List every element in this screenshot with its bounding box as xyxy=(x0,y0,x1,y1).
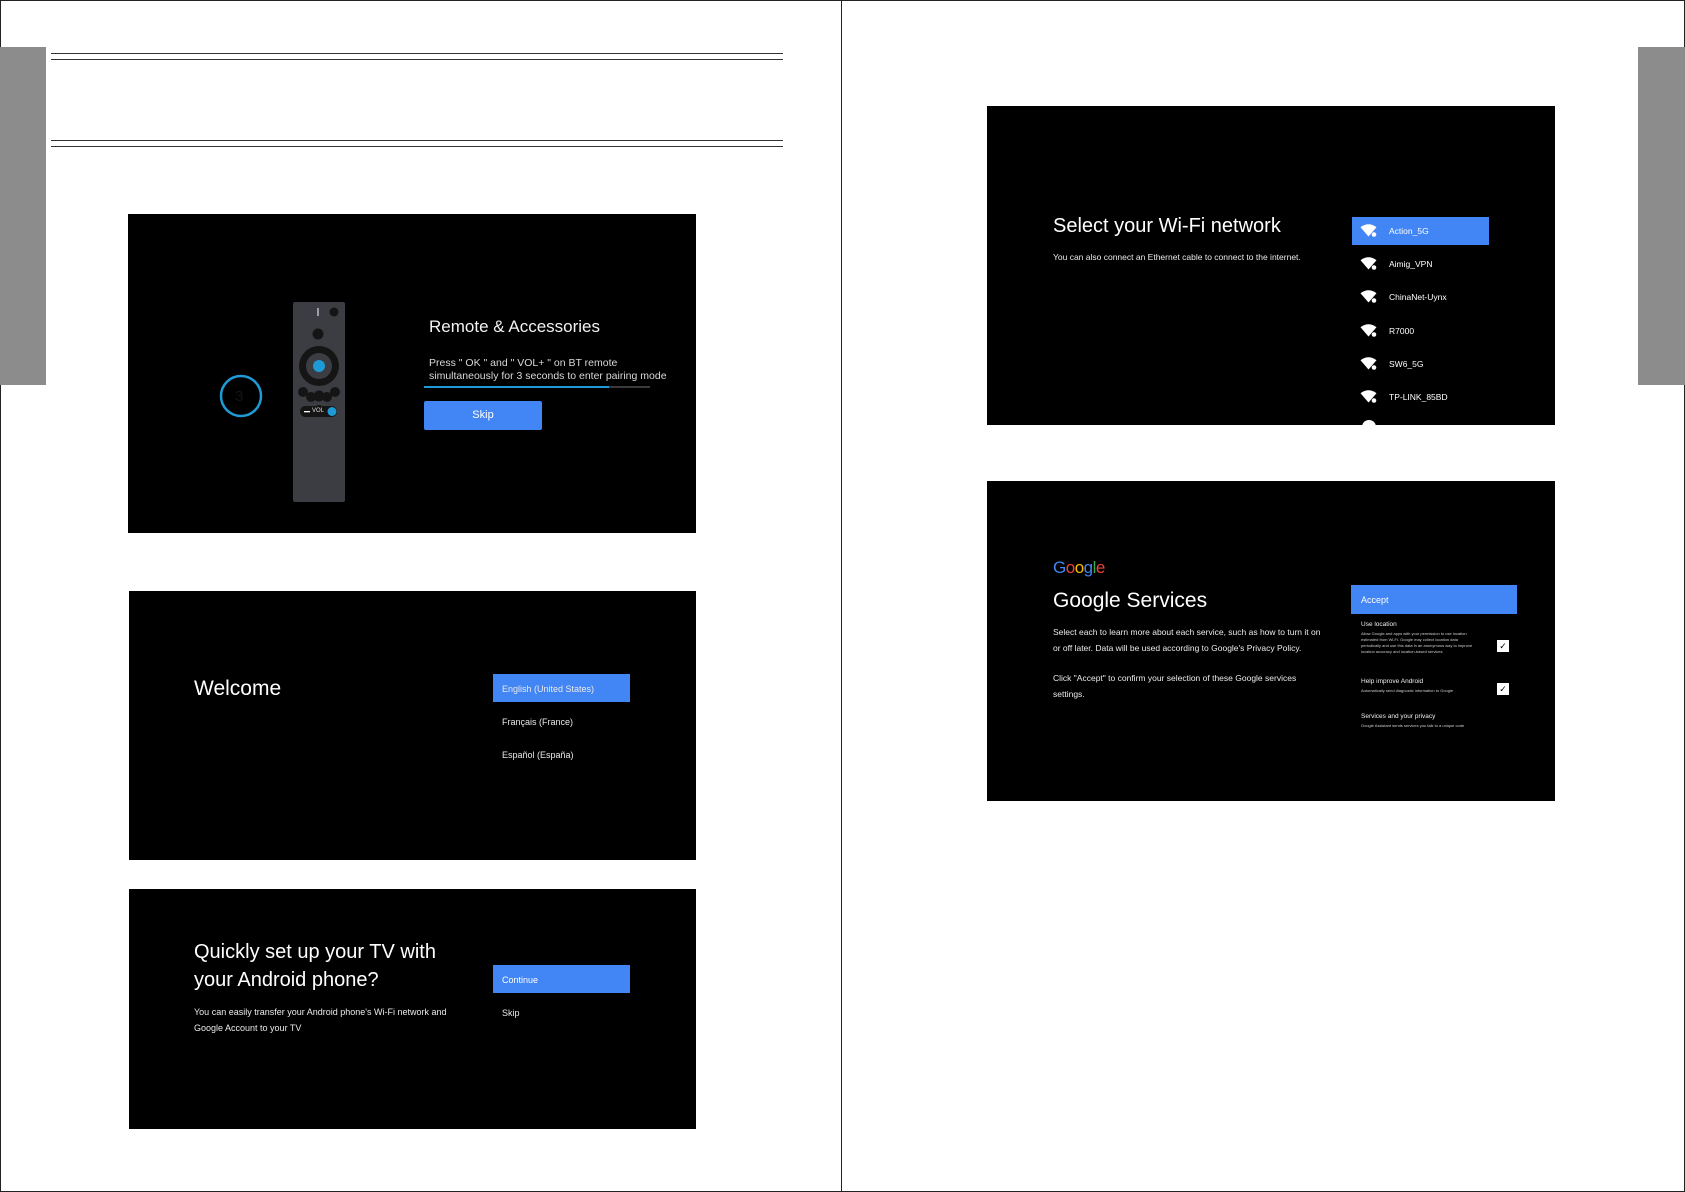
wifi-network-name: R7000 xyxy=(1389,326,1415,336)
quick-setup-skip-label: Skip xyxy=(502,1008,520,1018)
wifi-network-option[interactable]: SW6_5G xyxy=(1352,350,1489,378)
service-option-title: Services and your privacy xyxy=(1361,713,1436,720)
wifi-signal-icon xyxy=(1360,324,1377,337)
service-option-desc: Google Assistant sends services you talk… xyxy=(1361,723,1465,728)
quick-setup-screen: Quickly set up your TV with your Android… xyxy=(129,889,696,1129)
service-option-desc: Allow Google and apps with your permissi… xyxy=(1361,631,1473,654)
service-option-improve-android[interactable]: Help improve Android Automatically send … xyxy=(1361,678,1517,706)
pairing-progress-fill xyxy=(424,386,609,388)
language-option[interactable]: Français (France) xyxy=(493,707,630,735)
checkbox-checked-icon[interactable]: ✓ xyxy=(1497,683,1509,695)
vol-label: VOL xyxy=(312,408,325,414)
wifi-network-option[interactable]: ChinaNet-Uynx xyxy=(1352,283,1489,311)
continue-button[interactable]: Continue xyxy=(493,965,630,993)
countdown-number: 3 xyxy=(235,388,244,405)
wifi-network-name: TP-LINK_85BD xyxy=(1389,392,1448,402)
wifi-signal-icon xyxy=(1360,357,1377,370)
continue-button-label: Continue xyxy=(502,975,539,985)
wifi-signal-icon xyxy=(1360,290,1377,303)
wifi-network-option[interactable]: TP-LINK_85BD xyxy=(1352,383,1489,411)
skip-button-label: Skip xyxy=(472,409,494,421)
service-option-location[interactable]: Use location Allow Google and apps with … xyxy=(1361,621,1517,673)
google-services-title: Google Services xyxy=(1053,589,1208,612)
language-label: Español (España) xyxy=(502,750,574,760)
wifi-network-name: SW6_5G xyxy=(1389,359,1424,369)
header-rule-top xyxy=(51,53,783,60)
wifi-signal-icon xyxy=(1360,257,1377,270)
google-services-confirm-line1: Click "Accept" to confirm your selection… xyxy=(1053,673,1297,683)
wifi-network-option[interactable]: R7000 xyxy=(1352,317,1489,345)
language-label: Français (France) xyxy=(502,717,574,727)
wifi-signal-icon xyxy=(1360,224,1377,237)
page-divider xyxy=(841,0,842,1192)
language-label: English (United States) xyxy=(502,684,595,694)
pairing-instruction-line1: Press " OK " and " VOL+ " on BT remote xyxy=(429,357,618,369)
google-services-screen: Google Google Services Select each to le… xyxy=(987,481,1555,801)
service-option-desc: Automatically send diagnostic informatio… xyxy=(1361,688,1454,693)
service-option-privacy[interactable]: Services and your privacy Google Assista… xyxy=(1361,713,1517,741)
side-tab-left xyxy=(0,47,46,385)
wifi-signal-icon xyxy=(1360,390,1377,403)
accept-button-label: Accept xyxy=(1361,595,1389,605)
remote-accessories-screen: 3 VOL Remote & Accessories Press " OK " … xyxy=(128,214,696,533)
welcome-screen: Welcome English (United States) Français… xyxy=(129,591,696,860)
quick-setup-desc-line2: Google Account to your TV xyxy=(194,1023,302,1033)
quick-setup-desc-line1: You can easily transfer your Android pho… xyxy=(194,1007,447,1017)
google-services-confirm-line2: settings. xyxy=(1053,689,1085,699)
google-services-desc-line2: or off later. Data will be used accordin… xyxy=(1053,643,1302,653)
wifi-title: Select your Wi-Fi network xyxy=(1053,215,1281,237)
google-logo: Google xyxy=(1053,558,1105,578)
google-logo-text: Google xyxy=(1053,558,1105,577)
checkbox-checked-icon[interactable]: ✓ xyxy=(1497,640,1509,652)
wifi-network-list: Action_5G Aimig_VPN ChinaNet-Uynx R7000 … xyxy=(1352,217,1489,425)
wifi-network-option[interactable]: Action_5G xyxy=(1352,217,1489,245)
wifi-subtitle: You can also connect an Ethernet cable t… xyxy=(1053,252,1301,262)
quick-setup-title-line1: Quickly set up your TV with xyxy=(194,941,436,963)
wifi-network-name: Action_5G xyxy=(1389,226,1429,236)
quick-setup-title-line2: your Android phone? xyxy=(194,969,379,991)
remote-title: Remote & Accessories xyxy=(429,317,601,336)
header-rule-bottom xyxy=(51,140,783,147)
side-tab-right xyxy=(1638,47,1685,385)
wifi-network-name: ChinaNet-Uynx xyxy=(1389,292,1447,302)
service-option-title: Help improve Android xyxy=(1361,678,1424,685)
wifi-network-name: Aimig_VPN xyxy=(1389,259,1433,269)
service-option-title: Use location xyxy=(1361,621,1397,628)
wifi-network-option[interactable]: Aimig_VPN xyxy=(1352,250,1489,278)
skip-button[interactable]: Skip xyxy=(424,401,542,430)
google-services-desc-line1: Select each to learn more about each ser… xyxy=(1053,627,1321,637)
welcome-title: Welcome xyxy=(194,677,282,700)
language-option[interactable]: Español (España) xyxy=(493,740,630,768)
quick-setup-skip-option[interactable]: Skip xyxy=(493,998,630,1026)
language-option[interactable]: English (United States) xyxy=(493,674,630,702)
wifi-screen: Select your Wi-Fi network You can also c… xyxy=(987,106,1555,425)
wifi-list-scroll-hint xyxy=(1362,420,1376,425)
accept-button[interactable]: Accept xyxy=(1351,585,1517,614)
pairing-instruction-line2: simultaneously for 3 seconds to enter pa… xyxy=(429,370,667,382)
